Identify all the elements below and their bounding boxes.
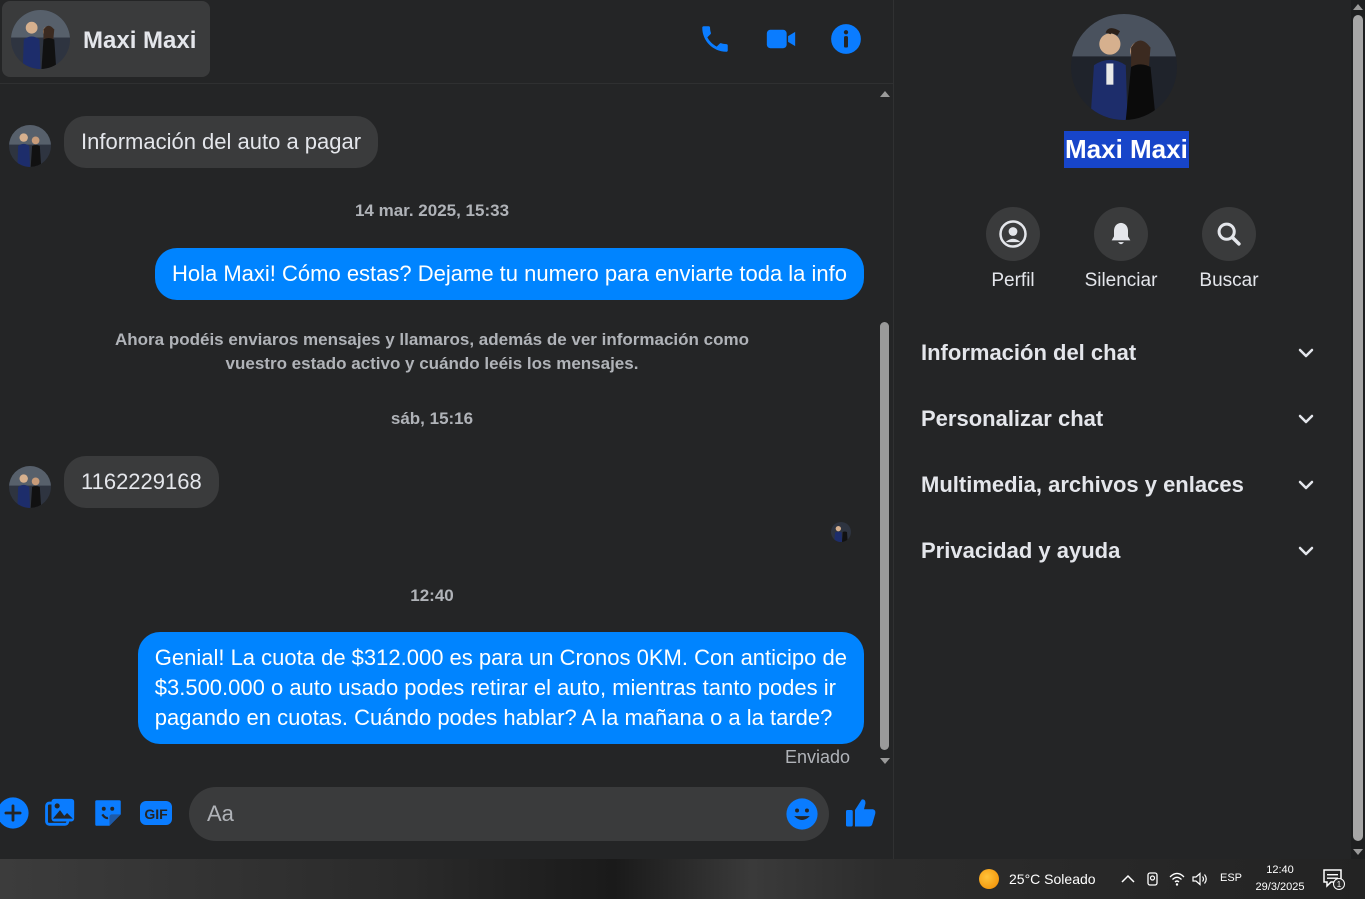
- message-scrollbar[interactable]: [876, 85, 893, 770]
- profile-avatar[interactable]: [1071, 14, 1177, 120]
- contact-name: Maxi Maxi: [83, 27, 197, 54]
- weather-text: 25°C Soleado: [1009, 871, 1096, 887]
- message-input[interactable]: [189, 787, 829, 841]
- contact-avatar: [11, 10, 70, 69]
- volume-icon[interactable]: [1191, 870, 1209, 888]
- clock-date: 29/3/2025: [1255, 881, 1305, 893]
- video-camera-icon[interactable]: [764, 22, 798, 56]
- notification-center-icon[interactable]: 1: [1322, 868, 1346, 890]
- chevron-down-icon: [1298, 348, 1314, 358]
- outgoing-message[interactable]: Genial! La cuota de $312.000 es para un …: [137, 632, 864, 744]
- section-privacy-help[interactable]: Privacidad y ayuda: [921, 529, 1331, 573]
- meet-now-icon[interactable]: [1144, 870, 1162, 888]
- scroll-up-arrow-icon[interactable]: [1353, 4, 1363, 10]
- sun-icon: [979, 869, 999, 889]
- sender-avatar[interactable]: [9, 466, 51, 508]
- chevron-down-icon: [1298, 414, 1314, 424]
- mute-button-label: Silenciar: [1084, 270, 1158, 291]
- sticker-icon[interactable]: [91, 796, 125, 830]
- message-text-line: Genial! La cuota de $312.000 es para un …: [154, 645, 847, 670]
- connection-notice: Ahora podéis enviaros mensajes y llamaro…: [100, 328, 764, 376]
- timestamp: 12:40: [410, 586, 454, 605]
- search-button-circle: [1202, 207, 1256, 261]
- search-button[interactable]: Buscar: [1184, 207, 1274, 292]
- phone-icon[interactable]: [698, 22, 732, 56]
- mute-button-circle: [1094, 207, 1148, 261]
- notice-line: vuestro estado activo y cuándo leéis los…: [225, 354, 639, 373]
- chevron-down-icon: [1298, 546, 1314, 556]
- message-list: Información del auto a pagar 14 mar. 202…: [0, 85, 876, 770]
- profile-button[interactable]: Perfil: [968, 207, 1058, 292]
- timestamp: 14 mar. 2025, 15:33: [354, 201, 510, 220]
- section-media-files-links[interactable]: Multimedia, archivos y enlaces: [921, 463, 1331, 507]
- wifi-icon[interactable]: [1168, 870, 1186, 888]
- emoji-icon[interactable]: [785, 797, 819, 831]
- image-icon[interactable]: [43, 796, 77, 830]
- weather-widget[interactable]: 25°C Soleado: [979, 869, 1096, 889]
- message-text: Información del auto a pagar: [81, 129, 362, 154]
- composer: GIF: [0, 770, 893, 859]
- profile-button-circle: [986, 207, 1040, 261]
- message-text-line: $3.500.000 o auto usado podes retirar el…: [154, 675, 836, 700]
- notice-line: Ahora podéis enviaros mensajes y llamaro…: [115, 330, 749, 349]
- plus-circle-icon[interactable]: [0, 796, 30, 830]
- search-button-label: Buscar: [1199, 270, 1259, 291]
- incoming-message[interactable]: 1162229168: [64, 456, 219, 508]
- thumbs-up-icon[interactable]: [843, 795, 879, 831]
- profile-name: Maxi Maxi: [1064, 131, 1189, 168]
- sent-status: Enviado: [784, 747, 850, 767]
- scroll-down-arrow-icon[interactable]: [1353, 849, 1363, 855]
- message-text: Hola Maxi! Cómo estas? Dejame tu numero …: [171, 261, 847, 286]
- search-icon: [1217, 222, 1241, 246]
- section-label: Personalizar chat: [921, 406, 1104, 431]
- mute-button[interactable]: Silenciar: [1076, 207, 1166, 292]
- incoming-message[interactable]: Información del auto a pagar: [64, 116, 379, 168]
- section-chat-info[interactable]: Información del chat: [921, 331, 1331, 375]
- outgoing-message[interactable]: Hola Maxi! Cómo estas? Dejame tu numero …: [154, 248, 864, 300]
- gif-label: GIF: [144, 806, 168, 822]
- chat-pane: Maxi Maxi Información del auto a pagar 1…: [0, 0, 893, 859]
- info-icon[interactable]: [829, 22, 863, 56]
- chevron-down-icon: [1298, 480, 1314, 490]
- sender-avatar[interactable]: [9, 125, 51, 167]
- gif-icon[interactable]: GIF: [139, 796, 173, 830]
- clock-time: 12:40: [1266, 864, 1294, 876]
- section-label: Multimedia, archivos y enlaces: [921, 472, 1244, 497]
- message-text: 1162229168: [81, 469, 202, 494]
- scrollbar-thumb[interactable]: [1353, 15, 1363, 841]
- windows-taskbar: 25°C Soleado ESP 12:40 29/3/2025 1: [0, 859, 1365, 899]
- conversation-info-pane: Maxi Maxi Perfil Silenciar Buscar Inform…: [893, 0, 1351, 859]
- section-label: Privacidad y ayuda: [921, 538, 1121, 563]
- seen-receipt-avatar: [831, 522, 851, 542]
- scroll-down-arrow-icon[interactable]: [880, 758, 890, 764]
- timestamp: sáb, 15:16: [390, 409, 474, 428]
- notification-count: 1: [1337, 880, 1342, 889]
- bell-icon: [1111, 222, 1131, 245]
- profile-icon: [999, 220, 1027, 248]
- section-label: Información del chat: [921, 340, 1137, 365]
- clock[interactable]: 12:40 29/3/2025: [1248, 862, 1312, 896]
- chat-header: Maxi Maxi: [0, 0, 893, 84]
- scroll-up-arrow-icon[interactable]: [880, 91, 890, 97]
- profile-button-label: Perfil: [991, 270, 1035, 291]
- window-scrollbar[interactable]: [1351, 0, 1365, 859]
- contact-header-button[interactable]: Maxi Maxi: [2, 1, 210, 77]
- chevron-up-icon[interactable]: [1119, 870, 1137, 888]
- input-language[interactable]: ESP: [1220, 872, 1242, 884]
- section-customize-chat[interactable]: Personalizar chat: [921, 397, 1331, 441]
- message-text-line: pagando en cuotas. Cuándo podes hablar? …: [154, 705, 833, 730]
- scrollbar-thumb[interactable]: [880, 322, 889, 750]
